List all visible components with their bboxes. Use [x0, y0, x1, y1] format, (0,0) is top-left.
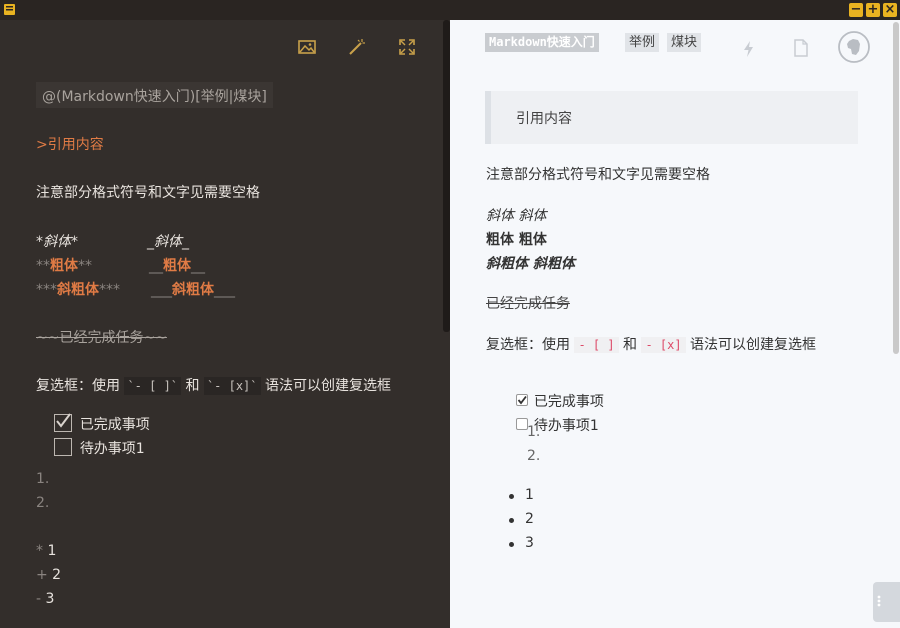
- preview-ul-1: 1: [525, 487, 534, 503]
- markup-symbol: **: [78, 258, 92, 274]
- bold-italic-text: 斜粗体: [172, 282, 214, 298]
- editor-strike-line: ~~已经完成任务~~: [36, 330, 167, 346]
- close-button[interactable]: ×: [883, 3, 897, 17]
- editor-ul-3: - 3: [36, 591, 54, 607]
- inline-code: `- [ ]`: [124, 377, 182, 395]
- preview-scrollbar[interactable]: [893, 22, 899, 354]
- tag-markdown[interactable]: Markdown快速入门: [485, 33, 599, 52]
- preview-task-todo: 待办事项1: [507, 399, 599, 435]
- markup-symbol: __: [149, 258, 163, 274]
- inline-code: - [x]: [641, 337, 686, 353]
- blockquote-text: 引用内容: [516, 111, 572, 127]
- editor-bold-2: __粗体__: [149, 255, 205, 275]
- bold-text: 粗体: [50, 258, 78, 274]
- preview-bold-italic: 斜粗体 斜粗体: [486, 256, 575, 272]
- bullet-marker: [509, 518, 514, 523]
- editor-scrollbar[interactable]: [443, 20, 450, 332]
- task-label: 待办事项1: [79, 441, 145, 457]
- text: 和: [618, 337, 642, 353]
- title-bar: − + ×: [0, 0, 900, 20]
- editor-checkbox-note: 复选框：使用 `- [ ]` 和 `- [x]` 语法可以创建复选框: [36, 375, 391, 395]
- editor-ul-1: * 1: [36, 543, 56, 559]
- fullscreen-icon[interactable]: [397, 38, 417, 56]
- editor-italic-2: _斜体_: [147, 234, 189, 250]
- list-marker: +: [36, 567, 48, 583]
- bullet-marker: [509, 542, 514, 547]
- bold-italic-text: 斜粗体: [57, 282, 99, 298]
- magic-wand-icon[interactable]: [347, 38, 367, 56]
- text: 和: [181, 378, 204, 394]
- preview-ol-2: 2.: [527, 448, 541, 464]
- markup-symbol: __: [191, 258, 205, 274]
- tag-meikuai[interactable]: 煤块: [667, 33, 702, 52]
- editor-bold-italic-2: ___斜粗体___: [151, 279, 235, 299]
- markup-symbol: **: [36, 258, 50, 274]
- document-icon[interactable]: [793, 39, 809, 57]
- task-label: 待办事项1: [533, 418, 599, 434]
- inline-code: `- [x]`: [203, 377, 261, 395]
- text: 语法可以创建复选框: [260, 378, 391, 394]
- markdown-editor[interactable]: @(Markdown快速入门)[举例|煤块] >引用内容 注意部分格式符号和文字…: [0, 20, 450, 628]
- list-text: 3: [41, 591, 55, 607]
- blockquote: 引用内容: [485, 91, 858, 144]
- list-marker: *: [36, 543, 43, 559]
- editor-task-todo: 待办事项1: [36, 422, 145, 474]
- notebook-icon: [4, 4, 15, 15]
- text: 语法可以创建复选框: [685, 337, 817, 353]
- preview-ul-3: 3: [525, 535, 534, 551]
- bullet-marker: [509, 494, 514, 499]
- markup-symbol: ***: [36, 282, 57, 298]
- maximize-button[interactable]: +: [866, 3, 880, 17]
- preview-ol-1: 1.: [527, 424, 541, 440]
- flash-icon[interactable]: [741, 40, 757, 58]
- list-text: 1: [43, 543, 57, 559]
- editor-tag-line: @(Markdown快速入门)[举例|煤块]: [36, 82, 273, 108]
- preview-bold: 粗体 粗体: [486, 232, 547, 248]
- text: 复选框：使用: [36, 378, 125, 394]
- preview-spacing-note: 注意部分格式符号和文字见需要空格: [486, 167, 710, 183]
- tag-example[interactable]: 举例: [625, 33, 660, 52]
- markup-symbol: ___: [214, 282, 235, 298]
- editor-italic-1: *斜体*: [36, 234, 78, 250]
- markup-symbol: ___: [151, 282, 172, 298]
- side-panel-handle[interactable]: [873, 582, 900, 622]
- minimize-button[interactable]: −: [849, 3, 863, 17]
- preview-checkbox-note: 复选框：使用 - [ ] 和 - [x] 语法可以创建复选框: [486, 334, 816, 354]
- editor-bold-italic-1: ***斜粗体***: [36, 279, 120, 299]
- preview-strike: 已经完成任务: [486, 296, 570, 312]
- unchecked-box-icon: [53, 438, 72, 456]
- text: 复选框：使用: [486, 337, 575, 353]
- editor-ol-2: 2.: [36, 495, 50, 511]
- bold-text: 粗体: [163, 258, 191, 274]
- editor-ol-1: 1.: [36, 471, 50, 487]
- image-icon[interactable]: [297, 38, 317, 56]
- editor-quote-line: >引用内容: [36, 137, 104, 153]
- preview-ul-2: 2: [525, 511, 534, 527]
- inline-code: - [ ]: [574, 337, 619, 353]
- editor-bold-1: **粗体**: [36, 255, 92, 275]
- evernote-icon[interactable]: [837, 30, 871, 64]
- preview-italic: 斜体 斜体: [486, 208, 547, 224]
- list-text: 2: [47, 567, 62, 583]
- editor-ul-2: + 2: [36, 567, 61, 583]
- markup-symbol: ***: [99, 282, 120, 298]
- more-vertical-icon: [877, 595, 881, 607]
- editor-spacing-note: 注意部分格式符号和文字见需要空格: [36, 185, 260, 201]
